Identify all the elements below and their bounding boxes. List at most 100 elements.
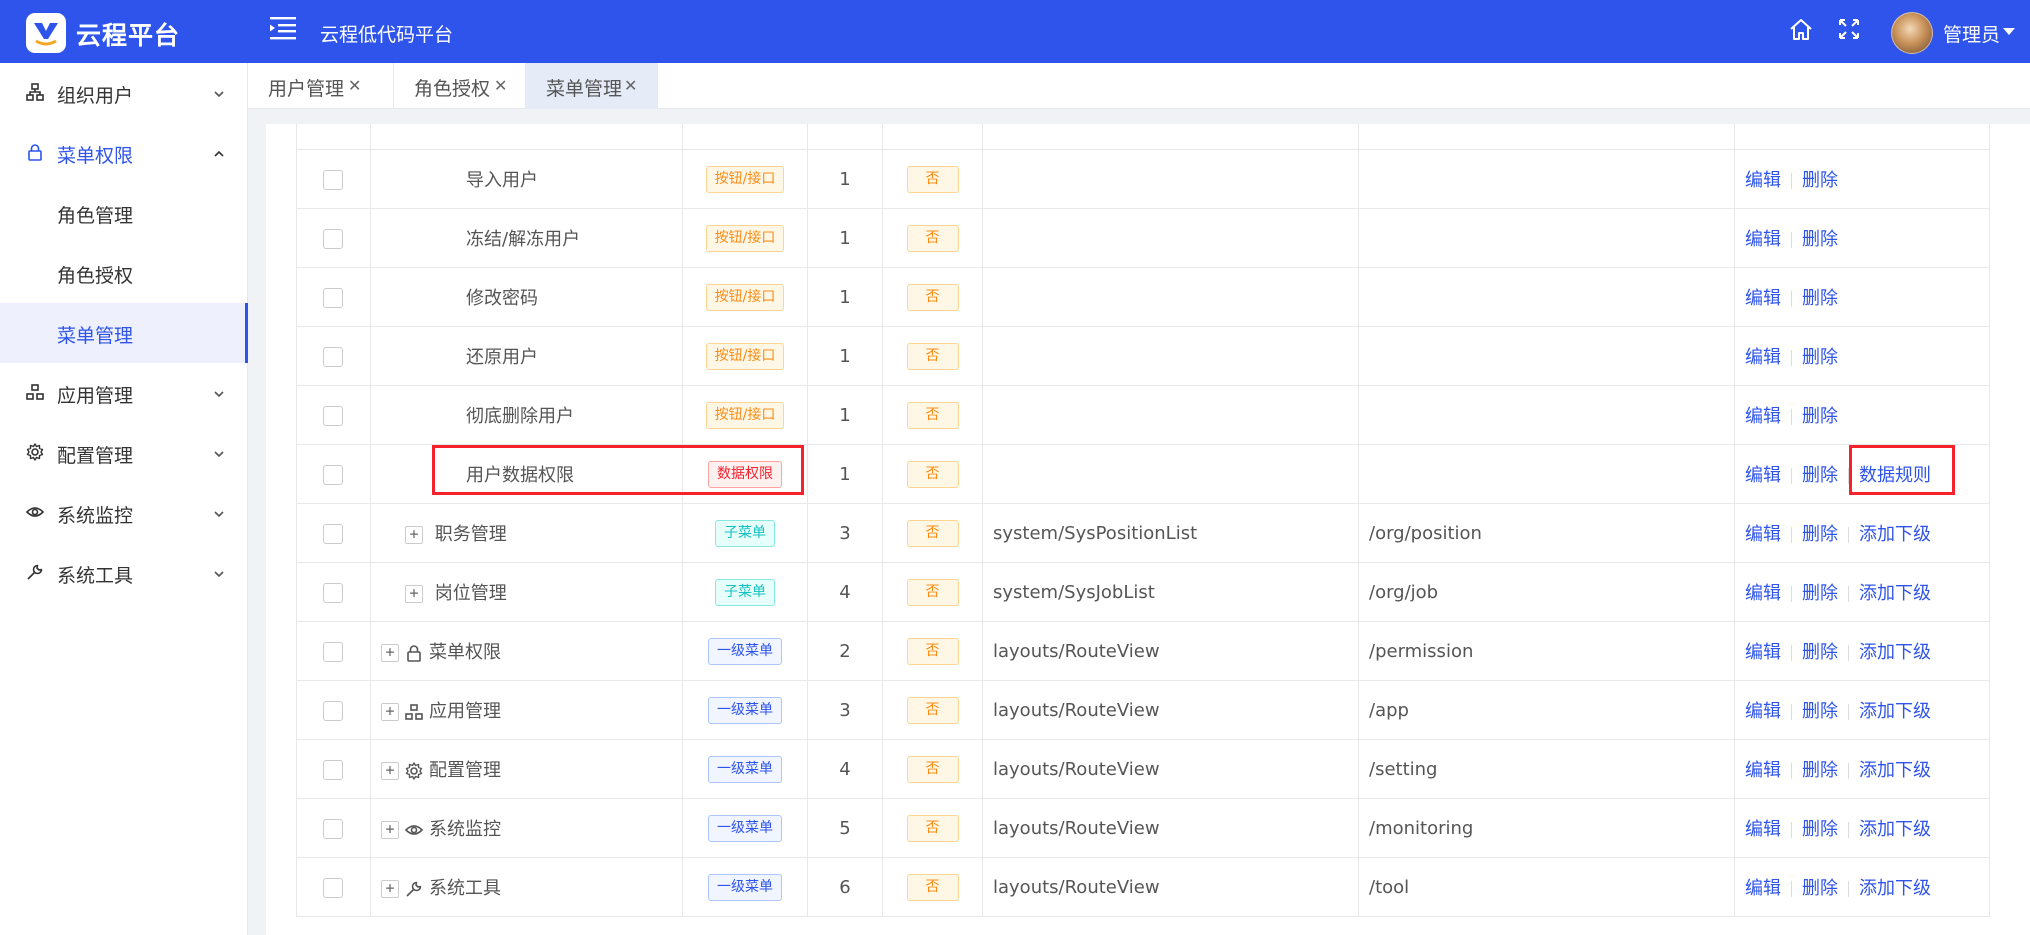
hidden-tag: 否 [906, 165, 959, 193]
delete-link[interactable]: 删除 [1802, 465, 1838, 486]
sort-order: 1 [839, 345, 851, 367]
sidebar-item-role-management[interactable]: 角色管理 [0, 183, 247, 243]
menu-fold-icon[interactable] [270, 16, 296, 40]
sidebar-item-system-tools[interactable]: 系统工具 [0, 543, 247, 603]
delete-link[interactable]: 删除 [1802, 347, 1838, 368]
add-child-link[interactable]: 添加下级 [1859, 819, 1931, 840]
edit-link[interactable]: 编辑 [1745, 170, 1781, 191]
row-checkbox[interactable] [323, 641, 343, 662]
sidebar-item-label: 应用管理 [57, 385, 134, 407]
menu-type-tag: 一级菜单 [708, 637, 782, 665]
lock-icon [26, 143, 46, 163]
caret-down-icon[interactable] [2003, 28, 2015, 35]
delete-link[interactable]: 删除 [1802, 878, 1838, 899]
add-child-link[interactable]: 添加下级 [1859, 701, 1931, 722]
avatar[interactable] [1891, 12, 1933, 54]
menu-table-panel: 导入用户 按钮/接口 1 否编辑 删除 冻结/解冻用户 按钮/接口 1 否编辑 删除 修改密码 按钮/… [266, 124, 2030, 935]
row-checkbox[interactable] [323, 759, 343, 780]
edit-link[interactable]: 编辑 [1745, 642, 1781, 663]
menu-type-tag: 按钮/接口 [705, 342, 785, 370]
row-checkbox[interactable] [323, 346, 343, 367]
edit-link[interactable]: 编辑 [1745, 583, 1781, 604]
add-child-link[interactable]: 添加下级 [1859, 760, 1931, 781]
edit-link[interactable]: 编辑 [1745, 288, 1781, 309]
wrench-icon [405, 880, 423, 898]
tab-user-management[interactable]: 用户管理 ✕ [248, 63, 394, 109]
tab-role-authorization[interactable]: 角色授权 ✕ [394, 63, 526, 109]
edit-link[interactable]: 编辑 [1745, 701, 1781, 722]
delete-link[interactable]: 删除 [1802, 229, 1838, 250]
edit-link[interactable]: 编辑 [1745, 465, 1781, 486]
route-path: /tool [1369, 876, 1410, 898]
row-checkbox[interactable] [323, 700, 343, 721]
delete-link[interactable]: 删除 [1802, 406, 1838, 427]
sidebar-item-app-management[interactable]: 应用管理 [0, 363, 247, 423]
edit-link[interactable]: 编辑 [1745, 524, 1781, 545]
expand-icon[interactable]: + [381, 821, 399, 839]
user-name[interactable]: 管理员 [1943, 20, 2000, 47]
hidden-tag: 否 [906, 637, 959, 665]
sort-order: 6 [839, 876, 851, 898]
table-row: + 系统工具 一级菜单 6 否 layouts/RouteView/tool 编辑 删除 添加下… [296, 857, 1990, 917]
menu-name: 冻结/解冻用户 [466, 229, 581, 250]
fullscreen-icon[interactable] [1838, 18, 1860, 45]
delete-link[interactable]: 删除 [1802, 583, 1838, 604]
row-checkbox[interactable] [323, 405, 343, 426]
add-child-link[interactable]: 添加下级 [1859, 524, 1931, 545]
edit-link[interactable]: 编辑 [1745, 760, 1781, 781]
component-path: system/SysPositionList [993, 522, 1198, 544]
expand-icon[interactable]: + [381, 644, 399, 662]
chevron-up-icon [212, 145, 226, 159]
add-child-link[interactable]: 添加下级 [1859, 878, 1931, 899]
row-checkbox[interactable] [323, 169, 343, 190]
sidebar-item-menu-management[interactable]: 菜单管理 [0, 303, 248, 363]
expand-icon[interactable]: + [381, 762, 399, 780]
sort-order: 4 [839, 581, 851, 603]
data-rule-link[interactable]: 数据规则 [1859, 465, 1931, 486]
delete-link[interactable]: 删除 [1802, 642, 1838, 663]
row-checkbox[interactable] [323, 582, 343, 603]
expand-icon[interactable]: + [405, 526, 423, 544]
edit-link[interactable]: 编辑 [1745, 819, 1781, 840]
delete-link[interactable]: 删除 [1802, 701, 1838, 722]
sidebar-item-org-users[interactable]: 组织用户 [0, 63, 247, 123]
home-icon[interactable] [1788, 17, 1814, 48]
add-child-link[interactable]: 添加下级 [1859, 642, 1931, 663]
row-checkbox[interactable] [323, 818, 343, 839]
close-icon[interactable]: ✕ [494, 76, 507, 95]
row-checkbox[interactable] [323, 287, 343, 308]
close-icon[interactable]: ✕ [624, 76, 637, 95]
hidden-tag: 否 [906, 873, 959, 901]
sidebar-item-system-monitor[interactable]: 系统监控 [0, 483, 247, 543]
route-path: /org/position [1369, 522, 1482, 544]
sidebar-item-config-management[interactable]: 配置管理 [0, 423, 247, 483]
delete-link[interactable]: 删除 [1802, 760, 1838, 781]
divider [1791, 409, 1792, 425]
tab-label: 用户管理 [268, 78, 345, 100]
expand-icon[interactable]: + [381, 880, 399, 898]
edit-link[interactable]: 编辑 [1745, 406, 1781, 427]
close-icon[interactable]: ✕ [348, 76, 361, 95]
row-checkbox[interactable] [323, 877, 343, 898]
divider [1791, 232, 1792, 248]
tab-menu-management[interactable]: 菜单管理 ✕ [526, 63, 658, 109]
sidebar-item-role-authorization[interactable]: 角色授权 [0, 243, 247, 303]
edit-link[interactable]: 编辑 [1745, 347, 1781, 368]
delete-link[interactable]: 删除 [1802, 170, 1838, 191]
sidebar-item-menu-permission[interactable]: 菜单权限 [0, 123, 247, 183]
delete-link[interactable]: 删除 [1802, 288, 1838, 309]
edit-link[interactable]: 编辑 [1745, 229, 1781, 250]
edit-link[interactable]: 编辑 [1745, 878, 1781, 899]
sidebar-item-label: 组织用户 [57, 85, 134, 107]
expand-icon[interactable]: + [381, 703, 399, 721]
delete-link[interactable]: 删除 [1802, 819, 1838, 840]
delete-link[interactable]: 删除 [1802, 524, 1838, 545]
expand-icon[interactable]: + [405, 585, 423, 603]
row-checkbox[interactable] [323, 464, 343, 485]
divider [1791, 881, 1792, 897]
row-checkbox[interactable] [323, 523, 343, 544]
add-child-link[interactable]: 添加下级 [1859, 583, 1931, 604]
row-checkbox[interactable] [323, 228, 343, 249]
hidden-tag: 否 [906, 342, 959, 370]
sort-order: 1 [839, 286, 851, 308]
